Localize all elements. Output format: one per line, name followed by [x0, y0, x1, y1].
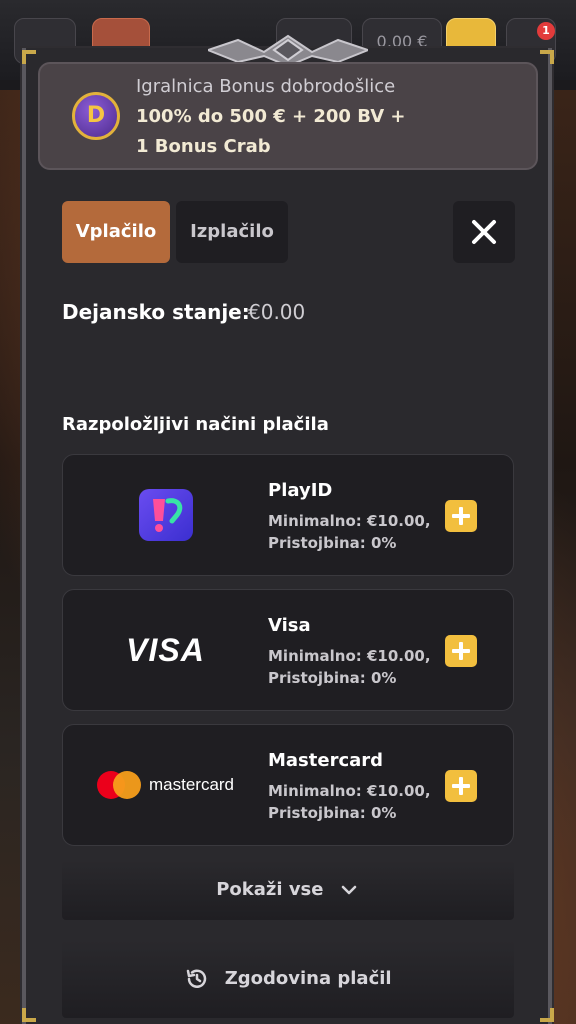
method-name: Visa [268, 615, 311, 636]
balance-value: €0.00 [248, 300, 306, 324]
close-button[interactable] [453, 201, 515, 263]
history-icon [187, 969, 207, 988]
bonus-offer-line-1: 100% do 500 € + 200 BV + [136, 106, 406, 127]
payment-method-visa[interactable]: VISA Visa Minimalno: €10.00, Pristojbina… [62, 589, 514, 711]
method-name: PlayID [268, 480, 333, 501]
frame-corner [540, 1008, 554, 1022]
frame-corner [22, 50, 36, 64]
add-mastercard-button[interactable] [445, 770, 477, 802]
method-minimum: Minimalno: €10.00, [268, 782, 431, 800]
mastercard-logo: mastercard [63, 725, 268, 845]
payment-history-button[interactable]: Zgodovina plačil [62, 940, 514, 1018]
notification-badge: 1 [537, 22, 555, 40]
method-minimum: Minimalno: €10.00, [268, 512, 431, 530]
welcome-bonus-banner[interactable]: D Igralnica Bonus dobrodošlice 100% do 5… [38, 62, 538, 170]
bonus-coin-icon: D [72, 92, 120, 140]
playid-icon [152, 498, 182, 532]
frame-corner [22, 1008, 36, 1022]
frame-corner [540, 50, 554, 64]
close-icon [472, 220, 496, 244]
show-all-label: Pokaži vse [216, 879, 324, 900]
method-fee: Pristojbina: 0% [268, 669, 397, 687]
chevron-down-icon [341, 885, 357, 895]
add-playid-button[interactable] [445, 500, 477, 532]
tab-deposit[interactable]: Vplačilo [62, 201, 170, 263]
visa-logo-text: VISA [126, 631, 205, 668]
balance-label: Dejansko stanje: [62, 300, 250, 324]
payment-methods-heading: Razpoložljivi načini plačila [62, 414, 329, 435]
payment-method-playid[interactable]: PlayID Minimalno: €10.00, Pristojbina: 0… [62, 454, 514, 576]
bonus-coin-letter: D [86, 103, 106, 128]
method-fee: Pristojbina: 0% [268, 804, 397, 822]
mastercard-circles-icon [96, 771, 141, 799]
tab-withdraw[interactable]: Izplačilo [176, 201, 288, 263]
payment-history-label: Zgodovina plačil [224, 968, 392, 989]
method-fee: Pristojbina: 0% [268, 534, 397, 552]
method-minimum: Minimalno: €10.00, [268, 647, 431, 665]
bonus-title: Igralnica Bonus dobrodošlice [136, 76, 396, 97]
mastercard-logo-text: mastercard [148, 775, 235, 794]
payment-method-mastercard[interactable]: mastercard Mastercard Minimalno: €10.00,… [62, 724, 514, 846]
playid-logo [63, 455, 268, 575]
show-all-button[interactable]: Pokaži vse [62, 860, 514, 920]
method-name: Mastercard [268, 750, 384, 771]
add-visa-button[interactable] [445, 635, 477, 667]
visa-logo: VISA [63, 590, 268, 710]
bonus-offer-line-2: 1 Bonus Crab [136, 136, 271, 157]
